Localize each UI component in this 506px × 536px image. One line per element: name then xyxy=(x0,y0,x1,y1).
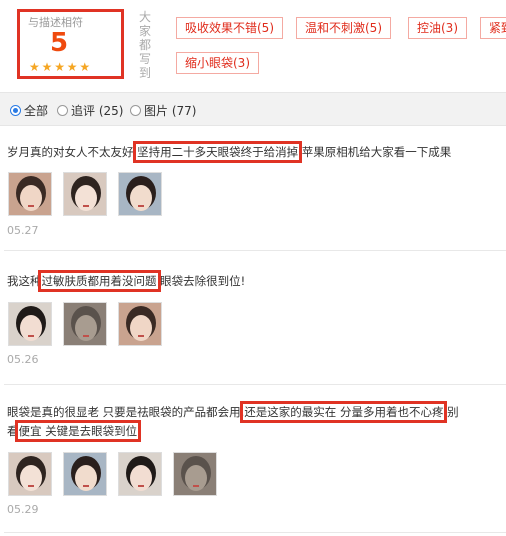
impression-tags: 吸收效果不错(5) 温和不刺激(5) 控油(3) 紧致 缩小眼袋(3) xyxy=(170,14,506,74)
highlighted-phrase: 便宜 关键是去眼袋到位 xyxy=(14,420,142,442)
highlighted-phrase: 坚持用二十多天眼袋终于给消掉 xyxy=(133,141,303,163)
filter-followup[interactable]: 追评 (25) xyxy=(57,102,123,119)
review-photo[interactable] xyxy=(8,302,52,346)
review-photo[interactable] xyxy=(8,172,52,216)
star-icon: ★ xyxy=(66,60,78,74)
star-icon: ★ xyxy=(54,60,65,74)
review-photo[interactable] xyxy=(8,452,52,496)
review-date: 05.27 xyxy=(7,224,39,237)
star-icon: ★ xyxy=(41,60,53,74)
photo-image xyxy=(119,303,161,345)
divider xyxy=(4,532,506,533)
rating-stars: ★ ★ ★ ★ ★ xyxy=(29,60,90,74)
review-photo[interactable] xyxy=(63,172,107,216)
review-text: 眼袋是真的很显老 只要是祛眼袋的产品都会用,还是这家的最实在 分量多用着也不心疼… xyxy=(7,401,459,423)
review-text: 我这种过敏肤质都用着没问题 眼袋去除很到位! xyxy=(7,270,246,292)
review-date: 05.26 xyxy=(7,353,39,366)
review-text: 岁月真的对女人不太友好 坚持用二十多天眼袋终于给消掉 苹果原相机给大家看一下成果 xyxy=(7,141,452,163)
highlighted-phrase: 还是这家的最实在 分量多用着也不心疼 xyxy=(240,401,448,423)
rating-box: 与描述相符 5 ★ ★ ★ ★ ★ xyxy=(17,9,124,79)
radio-selected-icon[interactable] xyxy=(10,105,21,116)
review-filter-bar: 全部 追评 (25) 图片 (77) xyxy=(0,92,506,126)
divider xyxy=(4,384,506,385)
review-text-continued: 看便宜 关键是去眼袋到位 xyxy=(7,420,142,442)
filter-all[interactable]: 全部 xyxy=(10,102,48,119)
review-photo[interactable] xyxy=(63,302,107,346)
review-photo[interactable] xyxy=(173,452,217,496)
review-photo[interactable] xyxy=(118,302,162,346)
review-date: 05.29 xyxy=(7,503,39,516)
highlighted-phrase: 过敏肤质都用着没问题 xyxy=(37,270,161,292)
photo-image xyxy=(64,173,106,215)
photo-image xyxy=(9,303,51,345)
star-icon: ★ xyxy=(29,60,40,74)
tag-gentle[interactable]: 温和不刺激(5) xyxy=(296,17,391,39)
tag-reduce-eye-bags[interactable]: 缩小眼袋(3) xyxy=(176,52,259,74)
photo-image xyxy=(9,173,51,215)
divider xyxy=(4,250,506,251)
photo-image xyxy=(119,453,161,495)
photo-image xyxy=(119,173,161,215)
radio-icon[interactable] xyxy=(57,105,68,116)
review-photo[interactable] xyxy=(118,172,162,216)
photo-image xyxy=(64,303,106,345)
tag-absorption[interactable]: 吸收效果不错(5) xyxy=(176,17,283,39)
review-photo[interactable] xyxy=(118,452,162,496)
tag-oil-control[interactable]: 控油(3) xyxy=(408,17,467,39)
photo-image xyxy=(9,453,51,495)
star-icon: ★ xyxy=(79,60,90,74)
review-photo[interactable] xyxy=(63,452,107,496)
filter-photos[interactable]: 图片 (77) xyxy=(130,102,196,119)
photo-image xyxy=(174,453,216,495)
tags-vertical-label: 大 家 都 写 到 xyxy=(138,10,151,80)
photo-image xyxy=(64,453,106,495)
radio-icon[interactable] xyxy=(130,105,141,116)
rating-score: 5 xyxy=(50,28,69,58)
tag-firming[interactable]: 紧致 xyxy=(480,17,506,39)
